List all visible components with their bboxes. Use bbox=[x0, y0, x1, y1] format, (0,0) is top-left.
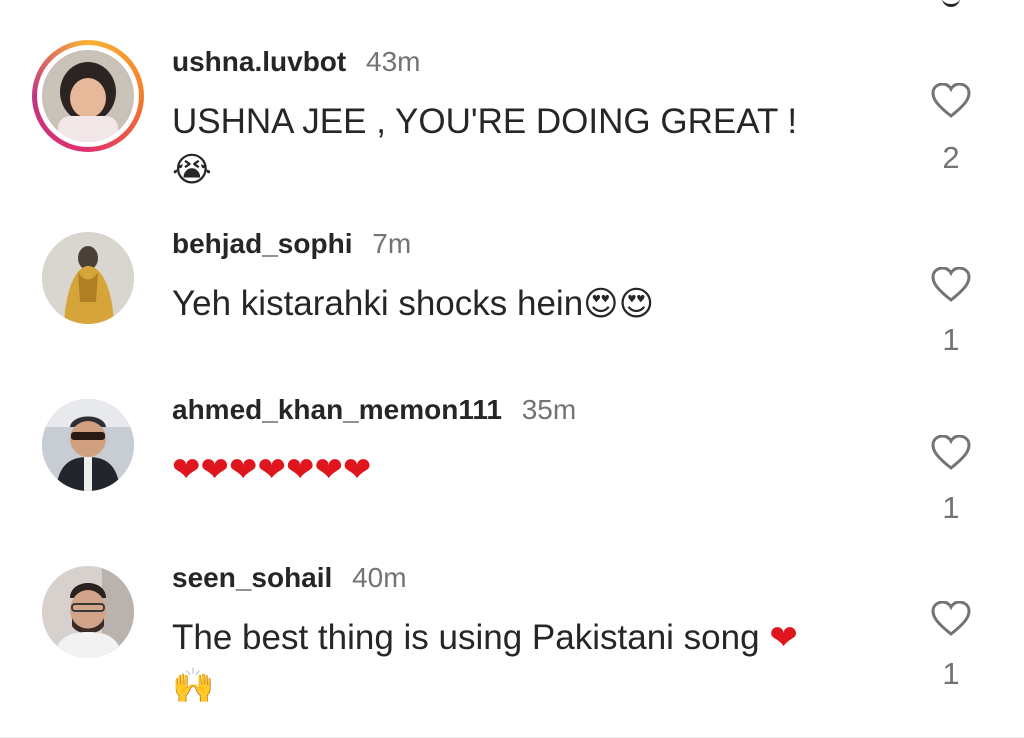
comment-meta: seen_sohail 40m bbox=[172, 562, 407, 594]
comment-body: USHNA JEE , YOU'RE DOING GREAT ! bbox=[172, 102, 798, 141]
red-hearts-emoji: ❤❤❤❤❤❤❤ bbox=[172, 450, 372, 490]
collapse-caret-icon[interactable] bbox=[942, 0, 960, 7]
like-heart-icon[interactable] bbox=[928, 78, 974, 124]
username[interactable]: ushna.luvbot bbox=[172, 46, 346, 77]
timestamp: 35m bbox=[521, 394, 577, 425]
comment-meta: ushna.luvbot 43m bbox=[172, 46, 420, 78]
like-count: 1 bbox=[942, 322, 960, 357]
avatar[interactable] bbox=[42, 566, 134, 658]
like-count: 1 bbox=[942, 656, 960, 691]
avatar[interactable] bbox=[42, 50, 134, 142]
like-count: 1 bbox=[942, 490, 960, 525]
timestamp: 43m bbox=[366, 46, 421, 77]
comment-body: The best thing is using Pakistani song bbox=[172, 618, 760, 657]
like-heart-icon[interactable] bbox=[928, 262, 974, 308]
username[interactable]: seen_sohail bbox=[172, 562, 332, 593]
like-heart-icon[interactable] bbox=[928, 596, 974, 642]
comment-text: The best thing is using Pakistani song ❤… bbox=[172, 614, 892, 710]
timestamp: 7m bbox=[372, 228, 412, 259]
comment-text: Yeh kistarahki shocks hein😍😍 bbox=[172, 280, 892, 328]
heart-eyes-emoji: 😍😍 bbox=[583, 284, 655, 324]
avatar[interactable] bbox=[42, 232, 134, 324]
avatar[interactable] bbox=[42, 399, 134, 491]
like-count: 2 bbox=[942, 140, 960, 175]
like-heart-icon[interactable] bbox=[928, 430, 974, 476]
username[interactable]: behjad_sophi bbox=[172, 228, 352, 259]
comment-meta: ahmed_khan_memon111 35m bbox=[172, 394, 576, 426]
comment-text: USHNA JEE , YOU'RE DOING GREAT ! 😭 bbox=[172, 98, 892, 194]
comment-text: ❤❤❤❤❤❤❤ bbox=[172, 446, 892, 494]
comment-body: Yeh kistarahki shocks hein bbox=[172, 284, 584, 323]
comment-meta: behjad_sophi 7m bbox=[172, 228, 411, 260]
raising-hands-emoji: 🙌 bbox=[172, 666, 215, 706]
username[interactable]: ahmed_khan_memon111 bbox=[172, 394, 502, 425]
crying-emoji: 😭 bbox=[172, 150, 212, 190]
timestamp: 40m bbox=[352, 562, 407, 593]
red-heart-emoji: ❤ bbox=[769, 618, 798, 658]
